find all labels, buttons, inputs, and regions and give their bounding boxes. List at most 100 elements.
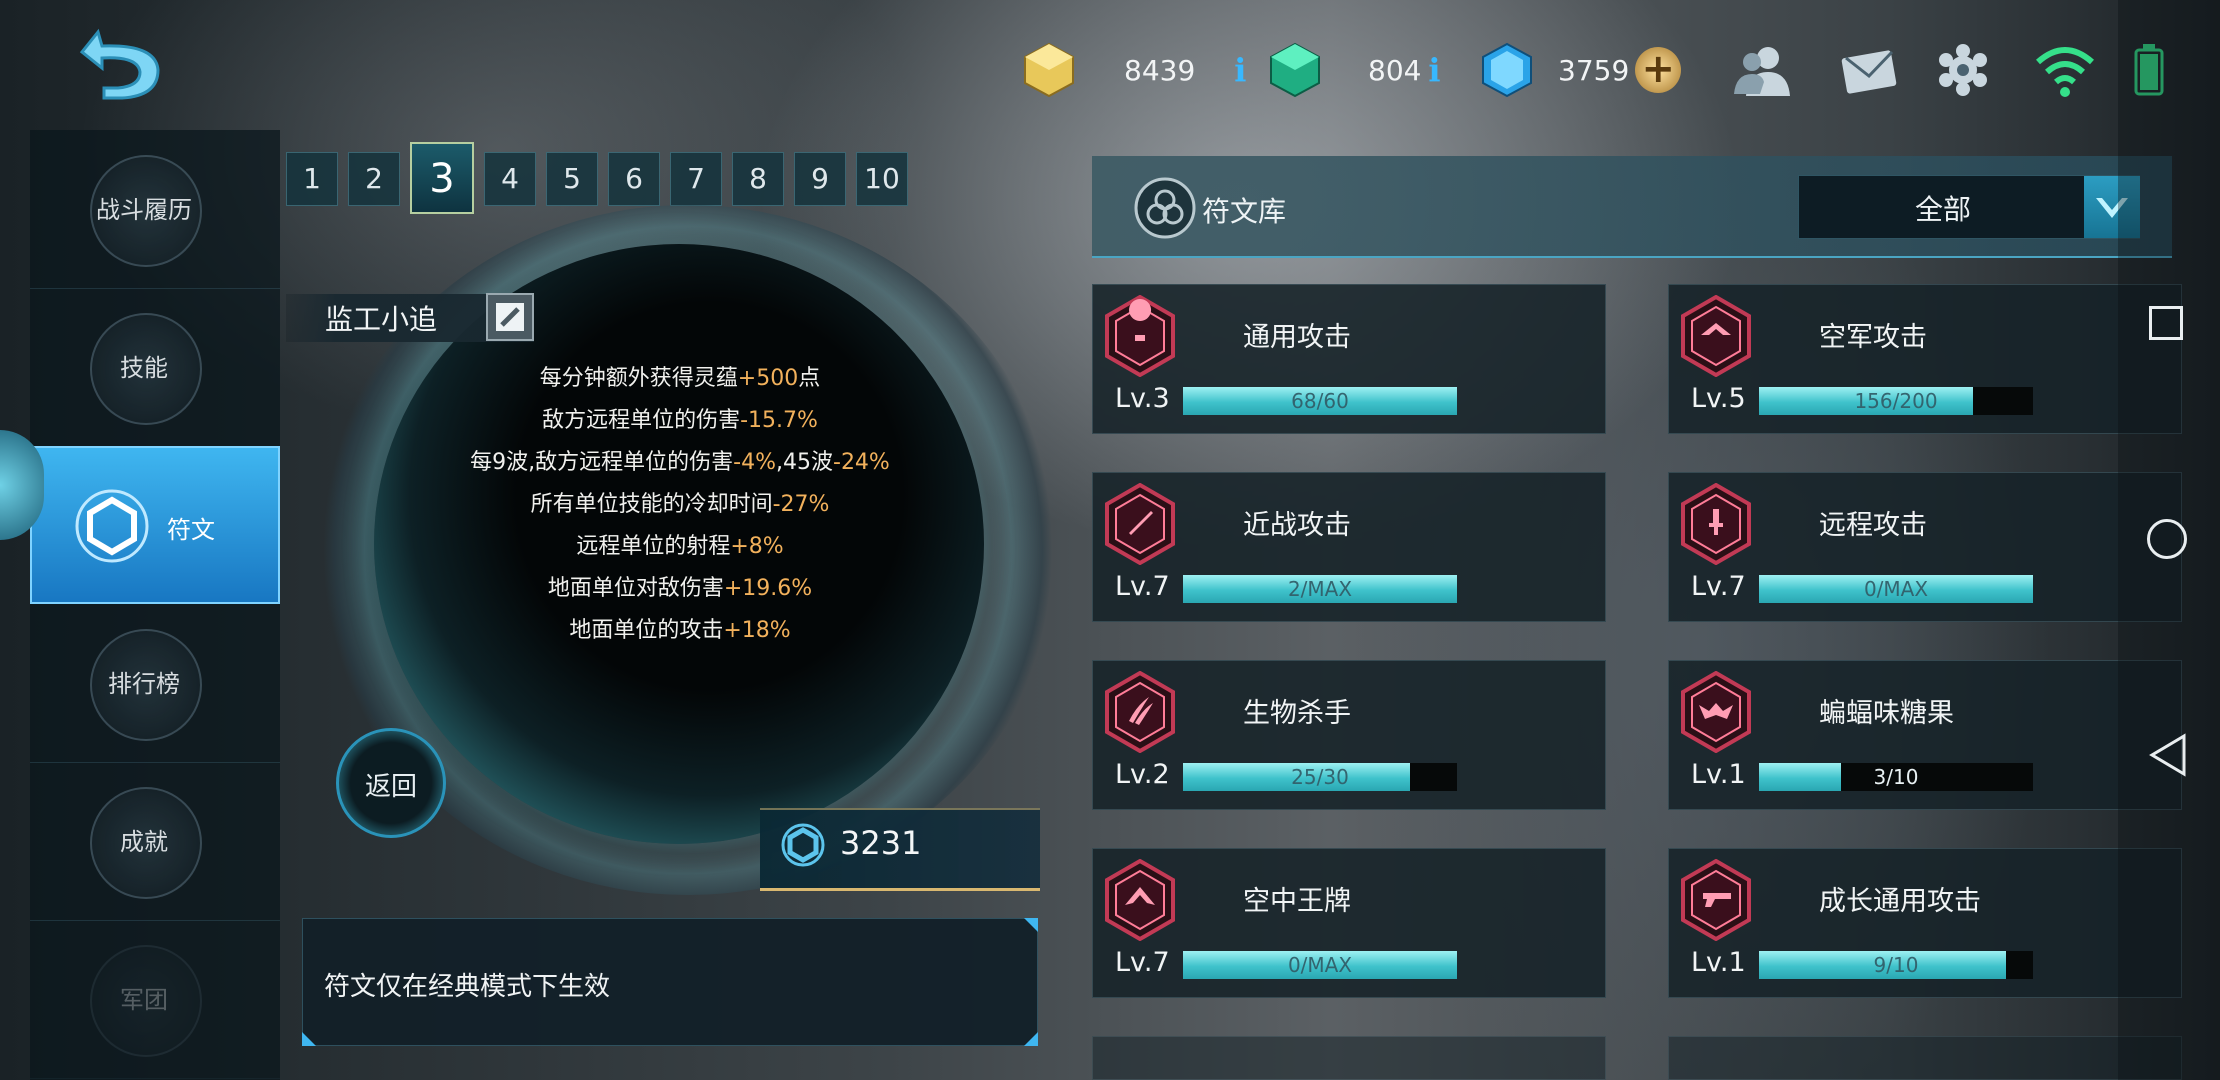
rune-filter-value[interactable]: 全部 (1798, 188, 2088, 228)
rune-progress-bar: 3/10 (1759, 763, 2033, 791)
green-gem-resource: 804 i (1266, 42, 1445, 98)
friends-icon[interactable] (1732, 42, 1794, 98)
green-gem-icon (1270, 42, 1320, 98)
rune-name: 近战攻击 (1243, 510, 1351, 541)
page-tab-7[interactable]: 7 (670, 152, 722, 206)
rune-progress-text: 156/200 (1854, 389, 1938, 413)
rune-library-title: 符文库 (1202, 195, 1287, 228)
nav-item-leaderboard[interactable]: 排行榜 (30, 604, 280, 763)
rune-progress-text: 68/60 (1291, 389, 1349, 413)
nav-item-runes[interactable]: 符文 (30, 446, 280, 604)
rune-progress-bar: 0/MAX (1759, 575, 2033, 603)
mail-icon[interactable] (1838, 42, 1900, 98)
rune-card[interactable]: 蝙蝠味糖果 Lv.1 3/10 (1668, 660, 2182, 810)
page-tab-8[interactable]: 8 (732, 152, 784, 206)
rune-card-partial[interactable] (1092, 1036, 1606, 1080)
back-icon[interactable] (78, 22, 170, 102)
rune-progress-text: 0/MAX (1287, 953, 1353, 977)
rune-name: 生物杀手 (1243, 698, 1351, 729)
settings-gear-icon[interactable] (1932, 42, 1994, 98)
wifi-icon (2036, 47, 2094, 97)
rune-name: 蝙蝠味糖果 (1819, 698, 1954, 729)
rune-progress-bar: 9/10 (1759, 951, 2033, 979)
rune-progress-text: 9/10 (1873, 953, 1919, 977)
rune-level: Lv.7 (1691, 571, 1746, 602)
rune-name: 通用攻击 (1243, 322, 1351, 353)
nav-item-skills[interactable]: 技能 (30, 288, 280, 447)
rune-point-icon (781, 823, 825, 867)
page-tab-6[interactable]: 6 (608, 152, 660, 206)
edit-name-button[interactable] (486, 293, 534, 341)
page-tab-10[interactable]: 10 (856, 152, 908, 206)
rune-progress-bar: 156/200 (1759, 387, 2033, 415)
rune-level: Lv.5 (1691, 383, 1746, 414)
rune-level: Lv.2 (1115, 759, 1170, 790)
claw-icon (1105, 671, 1175, 753)
gold-resource: 8439 i (1020, 42, 1251, 98)
recent-apps-icon[interactable] (2149, 306, 2183, 340)
page-tab-9[interactable]: 9 (794, 152, 846, 206)
nav-item-label: 战斗履历 (96, 196, 192, 224)
home-icon[interactable] (2147, 519, 2187, 559)
rune-effects-list: 每分钟额外获得灵蕴+500点 敌方远程单位的伤害-15.7% 每9波,敌方远程单… (420, 358, 940, 652)
return-label[interactable]: 返回 (336, 766, 446, 803)
back-triangle-icon[interactable] (2148, 732, 2188, 778)
nav-item-achievements[interactable]: 成就 (30, 762, 280, 921)
page-tab-1[interactable]: 1 (286, 152, 338, 206)
gold-info-icon[interactable]: i (1229, 52, 1251, 88)
nav-item-label: 排行榜 (108, 670, 180, 698)
gold-cube-icon (1024, 42, 1074, 98)
add-gem-button[interactable]: + (1635, 47, 1682, 93)
page-tab-4[interactable]: 4 (484, 152, 536, 206)
rune-card[interactable]: 空中王牌 Lv.7 0/MAX (1092, 848, 1606, 998)
rune-progress-text: 2/MAX (1287, 577, 1353, 601)
rune-card-partial[interactable] (1668, 1036, 2182, 1080)
loadout-name: 监工小追 (325, 303, 438, 336)
nav-item-battle-history[interactable]: 战斗履历 (30, 130, 280, 289)
notice-text: 符文仅在经典模式下生效 (324, 972, 611, 1002)
page-tab-5[interactable]: 5 (546, 152, 598, 206)
rune-progress-bar: 2/MAX (1183, 575, 1457, 603)
blue-gem-icon (1482, 42, 1532, 98)
nav-item-label: 符文 (167, 516, 215, 544)
skull-icon (1105, 295, 1175, 377)
rune-name: 远程攻击 (1819, 510, 1927, 541)
rune-progress-text: 3/10 (1873, 765, 1919, 789)
rune-name: 空中王牌 (1243, 886, 1351, 917)
rune-card[interactable]: 生物杀手 Lv.2 25/30 (1092, 660, 1606, 810)
rune-level: Lv.1 (1691, 759, 1746, 790)
rune-level: Lv.3 (1115, 383, 1170, 414)
rune-progress-text: 0/MAX (1863, 577, 1929, 601)
rune-card[interactable]: 空军攻击 Lv.5 156/200 (1668, 284, 2182, 434)
dagger-icon (1681, 483, 1751, 565)
blue-gem-resource: 3759 + (1478, 42, 1682, 98)
nav-item-legion[interactable]: 军团 (30, 920, 280, 1079)
effect-line: 远程单位的射程+8% (576, 534, 784, 559)
rune-progress-bar: 68/60 (1183, 387, 1457, 415)
rune-level: Lv.7 (1115, 571, 1170, 602)
green-gem-info-icon[interactable]: i (1423, 52, 1445, 88)
effect-line: 敌方远程单位的伤害-15.7% (542, 408, 818, 433)
rune-progress-bar: 25/30 (1183, 763, 1457, 791)
plane-icon (1105, 859, 1175, 941)
rune-library-icon (1134, 177, 1196, 239)
rune-card[interactable]: 远程攻击 Lv.7 0/MAX (1668, 472, 2182, 622)
rune-progress-text: 25/30 (1291, 765, 1349, 789)
rune-name: 空军攻击 (1819, 322, 1927, 353)
left-nav: 战斗履历 技能 符文 排行榜 成就 军团 (30, 130, 280, 1080)
rune-card[interactable]: 近战攻击 Lv.7 2/MAX (1092, 472, 1606, 622)
loadout-page-tabs: 1 2 3 4 5 6 7 8 9 10 (286, 142, 908, 214)
effect-line: 所有单位技能的冷却时间-27% (530, 492, 830, 517)
gun-icon (1681, 859, 1751, 941)
rune-progress-bar: 0/MAX (1183, 951, 1457, 979)
rune-level: Lv.7 (1115, 947, 1170, 978)
page-tab-2[interactable]: 2 (348, 152, 400, 206)
page-tab-3[interactable]: 3 (410, 142, 474, 214)
bat-icon (1681, 671, 1751, 753)
nav-item-label: 成就 (120, 828, 168, 856)
nav-item-label: 技能 (120, 354, 168, 382)
rune-card[interactable]: 通用攻击 Lv.3 68/60 (1092, 284, 1606, 434)
rune-hex-icon (75, 489, 149, 563)
sword-icon (1105, 483, 1175, 565)
rune-card[interactable]: 成长通用攻击 Lv.1 9/10 (1668, 848, 2182, 998)
